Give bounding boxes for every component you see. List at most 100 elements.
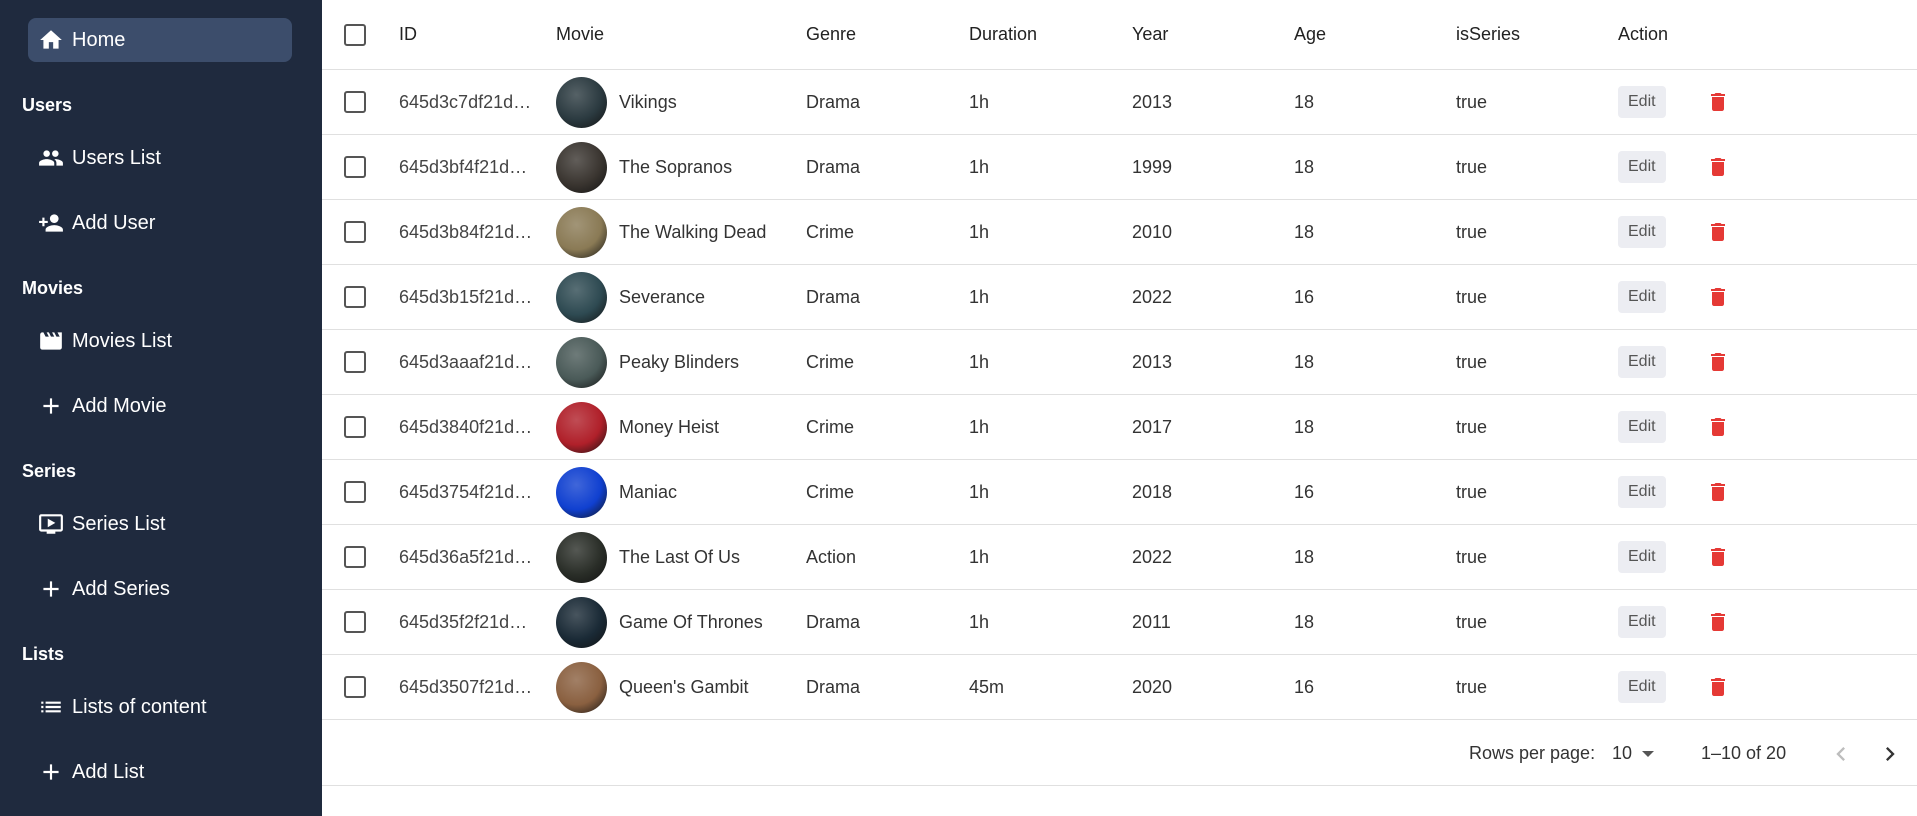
row-checkbox[interactable] (344, 91, 366, 113)
delete-button[interactable] (1706, 219, 1730, 245)
cell-genre: Drama (806, 676, 861, 697)
movie-poster-avatar (556, 596, 607, 648)
movies-table: ID Movie Genre Duration Year Age isSerie… (322, 0, 1917, 720)
column-header-movie[interactable]: Movie (556, 24, 604, 45)
trash-icon (1710, 483, 1725, 501)
sidebar-item-movies-list[interactable]: Movies List (28, 319, 292, 363)
cell-genre: Crime (806, 221, 854, 242)
table-row[interactable]: 645d3507f21d… Queen's Gambit Drama 45m 2020 1… (322, 655, 1917, 720)
cell-genre: Drama (806, 611, 861, 632)
trash-icon (1710, 613, 1725, 631)
cell-duration: 1h (969, 156, 990, 177)
cell-action: Edit (1618, 476, 1730, 508)
previous-page-button[interactable] (1827, 740, 1855, 768)
movie-poster-avatar (556, 466, 607, 518)
edit-button[interactable]: Edit (1618, 151, 1666, 183)
rows-per-page-select[interactable]: 10 (1612, 743, 1655, 764)
sidebar-item-add-series[interactable]: Add Series (28, 567, 292, 611)
cell-movie: The Walking Dead (556, 206, 766, 258)
delete-button[interactable] (1706, 284, 1730, 310)
movie-poster-avatar (556, 76, 607, 128)
edit-button[interactable]: Edit (1618, 216, 1666, 248)
movie-title: The Last Of Us (619, 546, 741, 567)
list-icon (36, 692, 66, 722)
table-row[interactable]: 645d3b15f21d… Severance Drama 1h 2022 16 true E… (322, 265, 1917, 330)
cell-movie: Vikings (556, 76, 677, 128)
cell-duration: 1h (969, 546, 990, 567)
table-row[interactable]: 645d3bf4f21d… The Sopranos Drama 1h 1999 18 tr… (322, 135, 1917, 200)
cell-movie: Severance (556, 271, 705, 323)
table-row[interactable]: 645d3aaaf21d… Peaky Blinders Crime 1h 2013 18… (322, 330, 1917, 395)
movie-poster-avatar (556, 401, 607, 453)
edit-button[interactable]: Edit (1618, 606, 1666, 638)
chevron-right-icon (1886, 747, 1895, 761)
cell-year: 2020 (1132, 676, 1173, 697)
row-checkbox[interactable] (344, 546, 366, 568)
cell-year: 2011 (1132, 611, 1171, 632)
delete-button[interactable] (1706, 609, 1730, 635)
row-checkbox[interactable] (344, 481, 366, 503)
delete-button[interactable] (1706, 89, 1730, 115)
column-header-action: Action (1618, 24, 1669, 44)
next-page-button[interactable] (1876, 740, 1904, 768)
edit-button[interactable]: Edit (1618, 411, 1666, 443)
sidebar-item-series-list[interactable]: Series List (28, 502, 292, 546)
delete-button[interactable] (1706, 479, 1730, 505)
table-row[interactable]: 645d3c7df21d… Vikings Drama 1h 2013 18 true Edi… (322, 70, 1917, 135)
cell-id: 645d36a5f21d… (399, 546, 533, 567)
column-header-duration[interactable]: Duration (969, 24, 1037, 45)
cell-id: 645d3bf4f21d… (399, 156, 528, 177)
table-row[interactable]: 645d3b84f21d… The Walking Dead Crime 1h 2010… (322, 200, 1917, 265)
delete-button[interactable] (1706, 674, 1730, 700)
row-checkbox[interactable] (344, 611, 366, 633)
cell-id: 645d3b84f21d… (399, 221, 533, 242)
delete-button[interactable] (1706, 414, 1730, 440)
section-title-movies: Movies (22, 278, 84, 298)
delete-button[interactable] (1706, 349, 1730, 375)
row-checkbox[interactable] (344, 286, 366, 308)
delete-button[interactable] (1706, 544, 1730, 570)
edit-button[interactable]: Edit (1618, 281, 1666, 313)
column-header-isseries[interactable]: isSeries (1456, 24, 1520, 45)
cell-action: Edit (1618, 541, 1730, 573)
cell-duration: 1h (969, 351, 990, 372)
table-row[interactable]: 645d35f2f21d… Game Of Thrones Drama 1h 2011 1… (322, 590, 1917, 655)
edit-button[interactable]: Edit (1618, 541, 1666, 573)
edit-button[interactable]: Edit (1618, 671, 1666, 703)
section-title-lists: Lists (22, 644, 65, 664)
sidebar-item-label: Add List (72, 760, 145, 783)
edit-button[interactable]: Edit (1618, 476, 1666, 508)
row-checkbox[interactable] (344, 221, 366, 243)
cell-isseries: true (1456, 221, 1488, 242)
sidebar-item-add-movie[interactable]: Add Movie (28, 384, 292, 428)
column-header-id[interactable]: ID (399, 24, 417, 45)
sidebar-item-users-list[interactable]: Users List (28, 136, 292, 180)
sidebar-item-home[interactable]: Home (28, 18, 292, 62)
sidebar-item-add-user[interactable]: Add User (28, 201, 292, 245)
column-header-genre[interactable]: Genre (806, 24, 856, 45)
cell-isseries: true (1456, 286, 1488, 307)
section-title-series: Series (22, 461, 77, 481)
column-header-age[interactable]: Age (1294, 24, 1326, 45)
edit-button[interactable]: Edit (1618, 346, 1666, 378)
row-checkbox[interactable] (344, 676, 366, 698)
movie-title: Maniac (619, 481, 678, 502)
table-row[interactable]: 645d36a5f21d… The Last Of Us Action 1h 2022 1… (322, 525, 1917, 590)
select-all-checkbox[interactable] (344, 23, 366, 46)
movie-poster-avatar (556, 141, 607, 193)
delete-button[interactable] (1706, 154, 1730, 180)
plus-icon (36, 757, 66, 787)
table-row[interactable]: 645d3754f21d… Maniac Crime 1h 2018 16 true Edit (322, 460, 1917, 525)
table-row[interactable]: 645d3840f21d… Money Heist Crime 1h 2017 18 tru… (322, 395, 1917, 460)
row-checkbox[interactable] (344, 351, 366, 373)
cell-isseries: true (1456, 351, 1488, 372)
column-header-year[interactable]: Year (1132, 24, 1168, 45)
table-body: 645d3c7df21d… Vikings Drama 1h 2013 18 true Edi… (322, 70, 1917, 720)
cell-action: Edit (1618, 151, 1730, 183)
row-checkbox[interactable] (344, 416, 366, 438)
trash-icon (1710, 223, 1725, 241)
edit-button[interactable]: Edit (1618, 86, 1666, 118)
sidebar-item-add-list[interactable]: Add List (28, 750, 292, 794)
sidebar-item-lists-of-content[interactable]: Lists of content (28, 685, 292, 729)
row-checkbox[interactable] (344, 156, 366, 178)
